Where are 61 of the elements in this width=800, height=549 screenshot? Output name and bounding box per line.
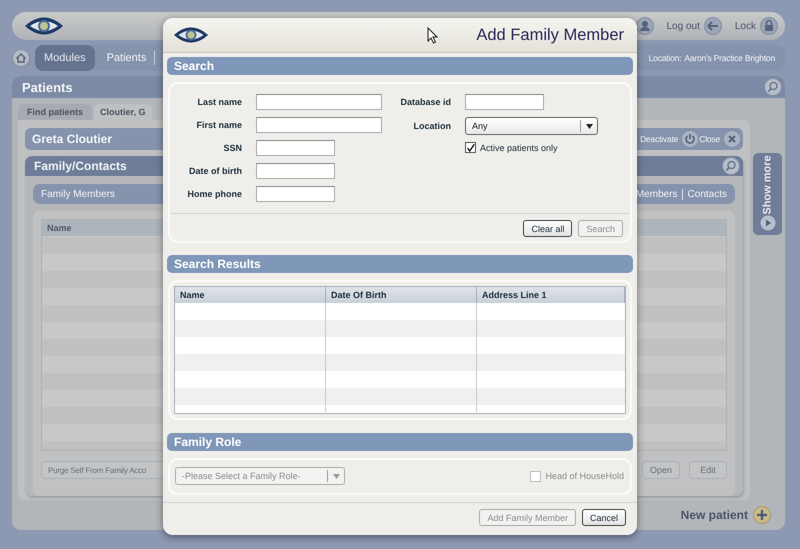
field-label: Location (412, 121, 451, 131)
close-button[interactable]: Close (699, 130, 741, 148)
close-icon[interactable] (723, 130, 741, 148)
subnav-link[interactable]: Family Members (41, 188, 115, 200)
field-label: First name (195, 120, 242, 130)
field-label: Home phone (186, 189, 242, 199)
patient-tab[interactable]: Find patients (18, 104, 92, 120)
subnav-link[interactable]: Members (636, 188, 678, 200)
column-header: Address Line 1 (477, 287, 625, 303)
field-label: Date of birth (188, 166, 242, 176)
cursor-icon (427, 26, 438, 44)
location-value: Aaron's Practice Brighton (684, 53, 775, 63)
nav-tab[interactable]: Modules (35, 45, 95, 71)
location-dropdown[interactable]: Any (465, 117, 598, 135)
eye-logo-icon (173, 25, 209, 45)
checkbox-label: Active patients only (480, 142, 558, 152)
location-label: Location: (648, 53, 682, 63)
patient-tab[interactable]: Cloutier, G (94, 104, 152, 120)
section-header: Search (167, 57, 633, 75)
section-header: Family Role (167, 433, 633, 451)
field-label: SSN (222, 143, 242, 153)
text-field[interactable] (256, 163, 335, 179)
text-field[interactable] (256, 140, 335, 156)
user-icon[interactable] (636, 17, 654, 35)
checkmark-icon (466, 142, 475, 154)
action-button[interactable]: Edit (689, 461, 727, 479)
play-icon (760, 215, 776, 231)
lock-icon[interactable] (760, 17, 778, 35)
subnav-link[interactable]: Contacts (682, 188, 727, 200)
deactivate-button[interactable]: Deactivate (640, 130, 700, 148)
new-patient-button[interactable]: New patient (680, 506, 771, 524)
text-field[interactable] (256, 186, 335, 202)
action-button[interactable]: Open (642, 461, 680, 479)
show-more-tab[interactable]: Show more (753, 153, 782, 235)
plus-icon (753, 506, 771, 524)
section-title: Family/Contacts (34, 159, 127, 173)
caret-icon (332, 474, 340, 478)
text-field[interactable] (256, 117, 382, 133)
search-icon[interactable] (764, 78, 782, 96)
nav-tab[interactable]: Patients (98, 51, 156, 65)
clear-button[interactable]: Clear all (523, 220, 572, 237)
field-label: Database id (399, 97, 451, 107)
section-header: Search Results (167, 255, 633, 273)
cancel-button[interactable]: Cancel (582, 509, 626, 526)
logout-button[interactable]: Log out (666, 17, 722, 35)
power-icon[interactable] (681, 130, 700, 148)
eye-logo-icon (24, 15, 64, 37)
home-icon[interactable] (12, 49, 30, 67)
column-header: Name (175, 287, 326, 303)
column-header: Date Of Birth (326, 287, 477, 303)
checkbox-label: Head of HouseHold (545, 471, 624, 481)
panel-title: Patients (22, 80, 73, 94)
text-field[interactable] (256, 94, 382, 110)
patient-name: Greta Cloutier (32, 132, 112, 146)
search-icon[interactable] (722, 157, 740, 175)
text-field[interactable] (465, 94, 544, 110)
dialog-title: Add Family Member (476, 26, 624, 44)
lock-button[interactable]: Lock (734, 17, 778, 35)
field-label: Last name (196, 97, 242, 107)
checkbox[interactable] (465, 142, 476, 153)
arrow-left-icon[interactable] (704, 17, 722, 35)
